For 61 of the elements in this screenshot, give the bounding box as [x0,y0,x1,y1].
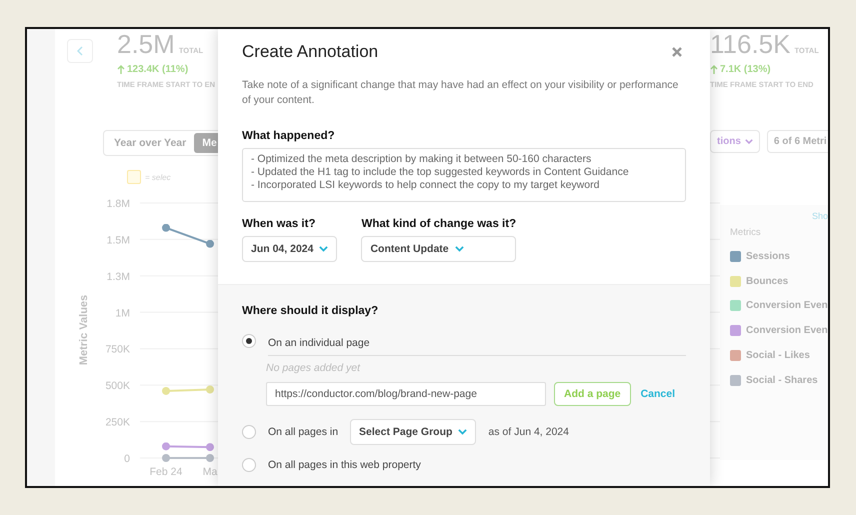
date-dropdown[interactable]: Jun 04, 2024 [242,236,338,262]
field-label: What kind of change was it? [361,218,516,230]
axis-tick-label: 500K [105,380,130,392]
modal-title: Create Annotation [242,42,378,62]
chevron-down-icon [454,246,464,252]
text-area-field[interactable]: - Optimized the meta description by making it between 50-160 characters - Updated the H1 tag to include the top suggested keywords in Content Guidance - Incorporated LSI keywords to help connect the copy to my target keyword [242,148,686,202]
url-input-field[interactable]: https://conductor.com/blog/brand-new-page [266,382,546,406]
modal-description: Take note of a significant change that may have had an effect on your visibility or performance of your content. [242,78,680,108]
legend-label: Social - Likes [746,350,810,362]
axis-tick-label: Ma [202,466,218,478]
axis-tick-label: 1.3M [106,270,130,283]
legend-label: Conversion Even [746,300,828,312]
empty-note: No pages added yet [266,362,362,374]
data-line [162,442,214,451]
legend-label: Conversion Even [746,325,828,336]
change-type-dropdown[interactable]: Content Update [361,236,516,262]
total-value: 116.5K [710,29,790,60]
metrics-dropdown[interactable]: 6 of 6 Metri [766,130,828,153]
view-tab[interactable]: Me [194,133,220,153]
data-line [162,224,214,248]
change-value: 7.1K (13%) [710,64,828,75]
page-group-dropdown[interactable]: Select Page Group [350,419,476,445]
option-label: On all pages in this web property [268,459,421,471]
axis-tick-label: 1M [115,307,130,320]
axis-tick-label: 1.5M [106,234,130,246]
arrow-up-icon [710,65,718,74]
change-value: 123.4K (11%) [117,64,216,75]
field-label: When was it? [242,218,316,230]
as-of-date: as of Jun 4, 2024 [488,426,569,438]
selection-swatch [127,170,141,184]
legend-label: Bounces [746,276,788,287]
axis-tick-label: 1.8M [106,198,130,210]
field-label: What happened? [242,130,336,142]
data-line [162,454,214,462]
add-page-button[interactable]: Add a page [554,382,631,406]
option-label: On all pages in [268,426,338,438]
axis-tick-label: 0 [124,453,130,465]
axis-tick-label: 250K [105,416,130,429]
radio-button[interactable] [242,334,256,348]
option-label: On an individual page [268,337,370,349]
chevron-down-icon [319,246,328,252]
show-link[interactable]: Sho [812,211,828,221]
chevron-left-icon [77,46,83,56]
legend-label: Sessions [746,250,790,262]
close-icon [672,47,682,57]
data-line [162,386,214,395]
axis-title: Metric Values [78,294,90,366]
field-label: Where should it display? [242,305,380,317]
chevron-down-icon [744,139,753,144]
chevron-down-icon [458,429,468,435]
dimensions-dropdown[interactable]: tions [710,130,760,153]
back-button[interactable] [67,39,93,63]
radio-button[interactable] [242,425,256,439]
legend-label: Social - Shares [746,374,818,386]
arrow-up-icon [117,65,125,74]
radio-button[interactable] [242,458,256,472]
axis-tick-label: Feb 24 [150,466,182,478]
close-button[interactable] [672,47,682,57]
cancel-link[interactable]: Cancel [640,388,676,400]
axis-tick-label: 750K [105,344,130,356]
total-value: 2.5M [117,29,175,60]
